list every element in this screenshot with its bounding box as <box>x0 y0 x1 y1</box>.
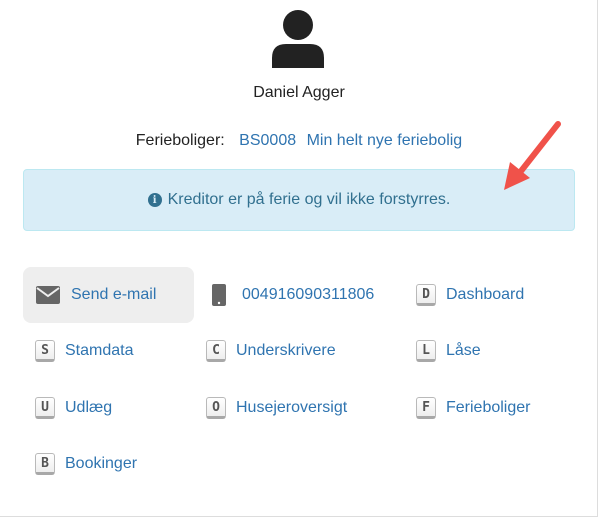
dashboard-button[interactable]: D Dashboard <box>416 267 524 323</box>
key-b: B <box>35 453 55 475</box>
send-email-label: Send e-mail <box>71 286 157 303</box>
key-u: U <box>35 397 55 419</box>
key-l: L <box>416 340 436 362</box>
underskrivere-label: Underskrivere <box>236 342 336 359</box>
dashboard-label: Dashboard <box>446 286 525 303</box>
udlaeg-label: Udlæg <box>65 399 113 416</box>
key-d: D <box>416 284 436 306</box>
underskrivere-button[interactable]: C Underskrivere <box>206 323 336 379</box>
key-c: C <box>206 340 226 362</box>
ferieboliger-button[interactable]: F Ferieboliger <box>416 380 530 436</box>
phone-icon <box>206 284 232 306</box>
property-code-link[interactable]: BS0008 <box>239 132 296 149</box>
alert-text: Kreditor er på ferie og vil ikke forstyr… <box>167 191 451 208</box>
stamdata-button[interactable]: S Stamdata <box>35 323 133 379</box>
red-arrow-icon <box>504 121 561 190</box>
key-s: S <box>35 340 55 362</box>
properties-label: Ferieboliger: <box>135 132 225 149</box>
send-email-button[interactable]: Send e-mail <box>23 267 194 323</box>
bookinger-button[interactable]: B Bookinger <box>35 436 137 492</box>
info-alert: i Kreditor er på ferie og vil ikke forst… <box>23 169 575 231</box>
property-title-link[interactable]: Min helt nye feriebolig <box>307 132 463 149</box>
key-o: O <box>206 397 226 419</box>
phone-number: 004916090311806 <box>242 286 375 303</box>
key-f: F <box>416 397 436 419</box>
udlaeg-button[interactable]: U Udlæg <box>35 380 112 436</box>
husejeroversigt-label: Husejeroversigt <box>236 399 348 416</box>
stamdata-label: Stamdata <box>65 342 134 359</box>
laase-button[interactable]: L Låse <box>416 323 481 379</box>
info-icon: i <box>147 193 162 207</box>
ferieboliger-label: Ferieboliger <box>446 399 531 416</box>
bookinger-label: Bookinger <box>65 455 138 472</box>
laase-label: Låse <box>446 342 481 359</box>
phone-link[interactable]: 004916090311806 <box>206 267 374 323</box>
user-avatar-icon <box>272 10 324 68</box>
envelope-icon <box>35 286 61 304</box>
husejeroversigt-button[interactable]: O Husejeroversigt <box>206 380 347 436</box>
contact-panel: Daniel Agger Ferieboliger: BS0008 Min he… <box>0 0 598 517</box>
user-name: Daniel Agger <box>253 84 345 101</box>
